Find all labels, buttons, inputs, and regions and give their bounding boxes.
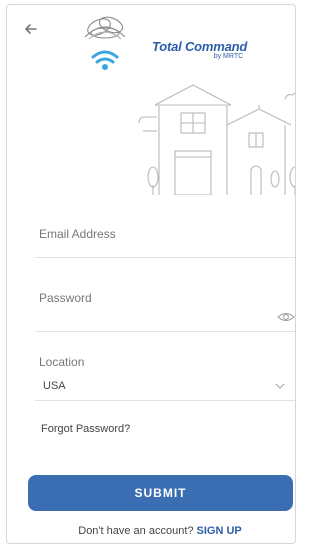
chevron-down-icon[interactable]	[275, 382, 285, 390]
signup-row: Don't have an account? SIGN UP	[0, 525, 320, 537]
location-select-value[interactable]: USA	[43, 380, 66, 392]
location-select[interactable]	[35, 400, 295, 401]
forgot-password-link[interactable]: Forgot Password?	[41, 423, 130, 435]
password-label: Password	[39, 291, 92, 305]
brand-subtitle: by MRTC	[213, 53, 244, 60]
eye-icon[interactable]	[277, 311, 295, 323]
house-illustration	[138, 84, 295, 195]
brand-title: Total Command	[152, 39, 248, 54]
submit-button[interactable]: SUBMIT	[28, 475, 293, 511]
password-field[interactable]	[35, 331, 295, 332]
email-label: Email Address	[39, 227, 116, 241]
email-field[interactable]	[35, 257, 295, 258]
arrow-left-icon[interactable]	[21, 19, 41, 39]
login-screen: Total Command by MRTC Email Address Pass…	[6, 4, 296, 544]
signup-prompt: Don't have an account?	[78, 525, 194, 537]
location-label: Location	[39, 355, 85, 369]
brand-logo: Total Command by MRTC	[152, 39, 247, 60]
signup-link[interactable]: SIGN UP	[197, 525, 242, 537]
